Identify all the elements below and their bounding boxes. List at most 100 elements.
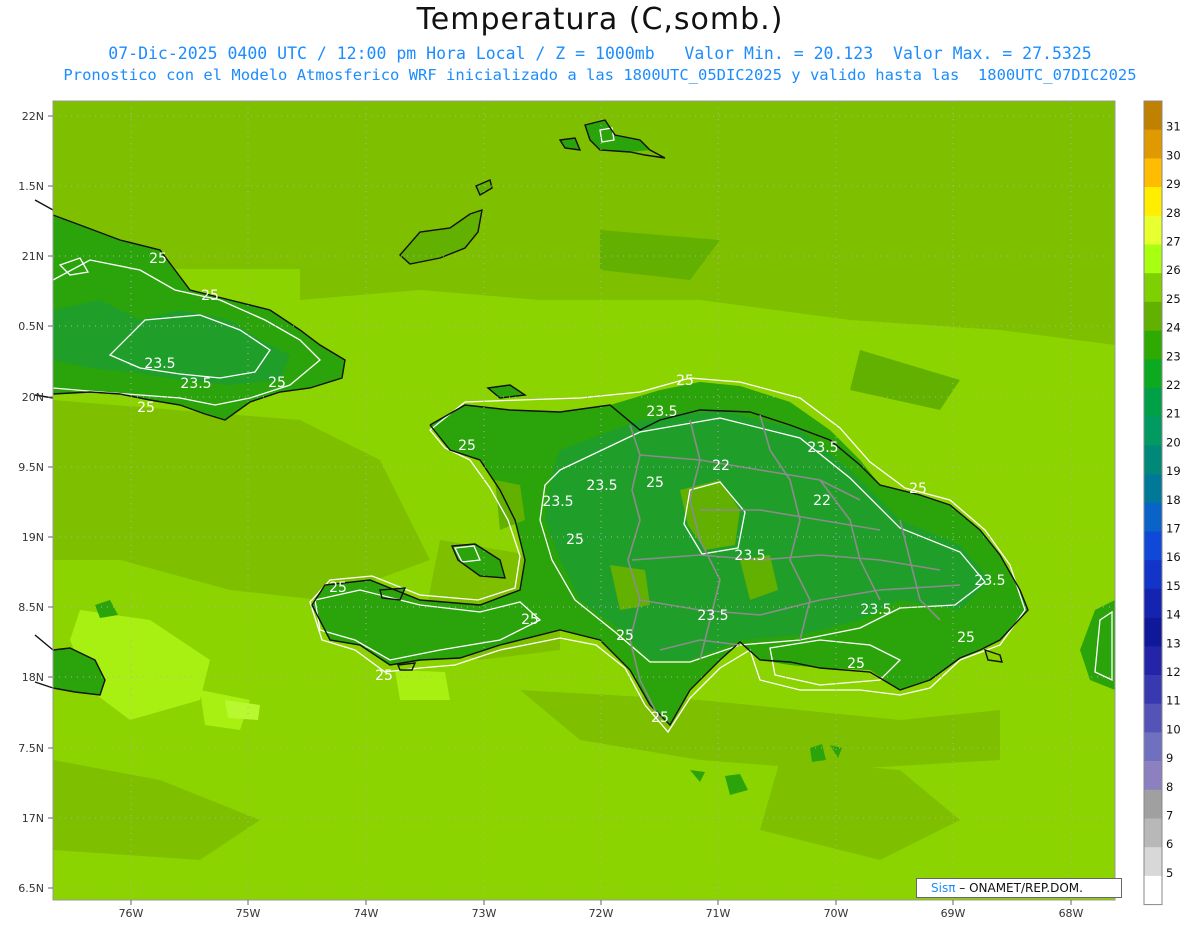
lat-label: 6.5N	[18, 882, 44, 895]
lon-label: 69W	[941, 907, 966, 920]
contour-label: 23.5	[807, 440, 838, 456]
colorbar-label: 30	[1166, 148, 1181, 162]
colorbar-label: 12	[1166, 665, 1181, 679]
longitude-axis: 76W 75W 74W 73W 72W 71W 70W 69W 68W	[119, 900, 1084, 920]
contour-label: 23.5	[542, 494, 573, 510]
contour-label: 25	[651, 710, 669, 726]
credit-text: – ONAMET/REP.DOM.	[955, 881, 1083, 895]
temperature-map: 25 25 23.5 23.5 25 25 25 23.5 25 23.5 22 23.5 25 22 25…	[18, 100, 1181, 920]
colorbar-label: 14	[1166, 608, 1181, 622]
lat-label: 8.5N	[18, 601, 44, 614]
colorbar-label: 13	[1166, 636, 1181, 650]
colorbar-label: 10	[1166, 722, 1181, 736]
lon-label: 68W	[1059, 907, 1084, 920]
colorbar-label: 28	[1166, 206, 1181, 220]
colorbar-swatch	[1144, 502, 1162, 532]
colorbar-swatch	[1144, 818, 1162, 848]
contour-label: 22	[712, 458, 730, 474]
colorbar-label: 16	[1166, 550, 1181, 564]
contour-label: 23.5	[586, 478, 617, 494]
colorbar-swatch	[1144, 129, 1162, 159]
lat-label: 21N	[22, 250, 44, 263]
colorbar-label: 27	[1166, 235, 1181, 249]
colorbar-label: 7	[1166, 809, 1173, 823]
contour-label: 25	[957, 630, 975, 646]
contour-label: 25	[566, 532, 584, 548]
colorbar-label: 31	[1166, 120, 1181, 134]
latitude-axis: 22N 1.5N 21N 0.5N 20N 9.5N 19N 8.5N 18N …	[18, 110, 53, 895]
colorbar-swatch	[1144, 588, 1162, 618]
colorbar-swatch	[1144, 215, 1162, 245]
lon-label: 74W	[354, 907, 379, 920]
contour-label: 23.5	[144, 356, 175, 372]
colorbar-label: 6	[1166, 837, 1173, 851]
colorbar-label: 15	[1166, 579, 1181, 593]
colorbar-swatch	[1144, 330, 1162, 360]
color-scale-legend: 31 30 29 28 27 26 25 24 23 22 21 20 19 18 17 16 15 14 13 12…	[1143, 100, 1181, 906]
lon-label: 73W	[472, 907, 497, 920]
sispi-logo-text: Sis	[931, 881, 949, 895]
colorbar-label: 24	[1166, 321, 1181, 335]
colorbar-swatch	[1144, 560, 1162, 590]
contour-label: 25	[375, 668, 393, 684]
lat-label: 9.5N	[18, 461, 44, 474]
colorbar-swatch	[1144, 273, 1162, 303]
colorbar-swatch	[1144, 732, 1162, 762]
colorbar-swatch	[1144, 474, 1162, 504]
colorbar-label: 8	[1166, 780, 1173, 794]
colorbar-swatch	[1144, 388, 1162, 417]
colorbar-label: 11	[1166, 694, 1181, 708]
colorbar-swatch	[1144, 187, 1162, 217]
contour-label: 25	[268, 375, 286, 391]
colorbar-swatch	[1144, 703, 1162, 733]
lat-label: 1.5N	[18, 180, 44, 193]
lon-label: 75W	[236, 907, 261, 920]
contour-label: 25	[646, 475, 664, 491]
colorbar-swatch	[1144, 789, 1162, 819]
colorbar-swatch	[1144, 675, 1162, 704]
colorbar-label: 19	[1166, 464, 1181, 478]
lat-label: 22N	[22, 110, 44, 123]
contour-label: 25	[909, 481, 927, 497]
lat-label: 0.5N	[18, 320, 44, 333]
lon-label: 70W	[824, 907, 849, 920]
colorbar-label: 25	[1166, 292, 1181, 306]
lat-label: 20N	[22, 391, 44, 404]
colorbar-label: 23	[1166, 349, 1181, 363]
contour-label: 22	[813, 493, 831, 509]
credit-box: Sisπ – ONAMET/REP.DOM.	[916, 878, 1122, 898]
colorbar-swatch	[1144, 416, 1162, 446]
colorbar-swatch	[1144, 847, 1162, 877]
contour-label: 23.5	[180, 376, 211, 392]
lon-label: 72W	[589, 907, 614, 920]
colorbar-swatch	[1144, 531, 1162, 561]
contour-label: 23.5	[697, 608, 728, 624]
lat-label: 7.5N	[18, 742, 44, 755]
contour-label: 23.5	[974, 573, 1005, 589]
contour-label: 23.5	[734, 548, 765, 564]
colorbar-swatch	[1144, 445, 1162, 475]
contour-label: 25	[137, 400, 155, 416]
colorbar-label: 26	[1166, 263, 1181, 277]
colorbar-swatch	[1144, 646, 1162, 676]
contour-label: 23.5	[860, 602, 891, 618]
contour-label: 25	[521, 612, 539, 628]
colorbar-swatch	[1144, 301, 1162, 331]
colorbar-swatch	[1144, 875, 1162, 905]
lat-label: 18N	[22, 671, 44, 684]
colorbar-label: 20	[1166, 435, 1181, 449]
lon-label: 76W	[119, 907, 144, 920]
lon-label: 71W	[706, 907, 731, 920]
contour-label: 23.5	[646, 404, 677, 420]
colorbar-label: 17	[1166, 522, 1181, 536]
contour-label: 25	[329, 580, 347, 596]
colorbar-swatch	[1144, 244, 1162, 274]
colorbar-swatch	[1144, 359, 1162, 389]
colorbar-swatch	[1144, 761, 1162, 791]
contour-label: 25	[676, 373, 694, 389]
contour-label: 25	[149, 251, 167, 267]
colorbar-label: 29	[1166, 177, 1181, 191]
contour-label: 25	[616, 628, 634, 644]
lat-label: 17N	[22, 812, 44, 825]
colorbar-label: 9	[1166, 751, 1173, 765]
